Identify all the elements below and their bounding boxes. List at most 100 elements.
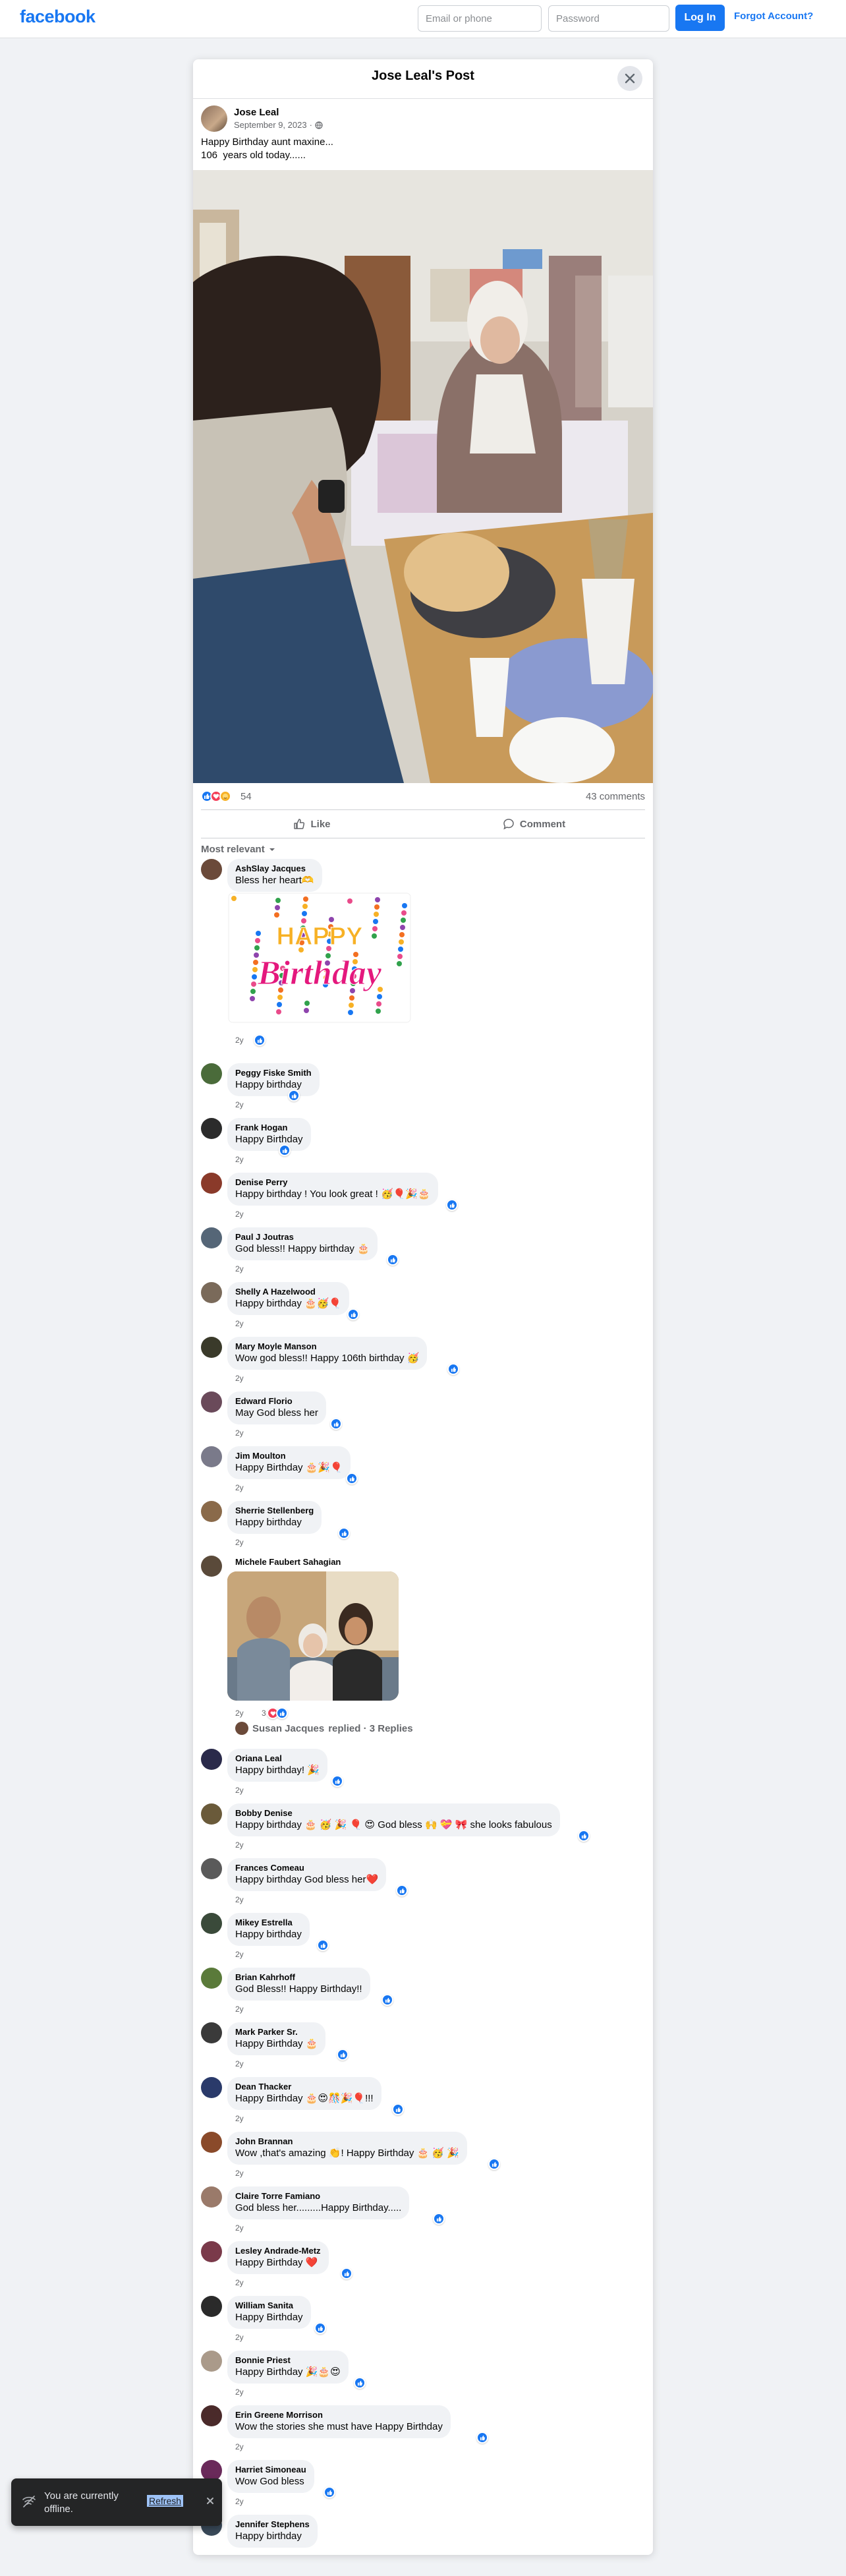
commenter-name[interactable]: Paul J Joutras [235, 1232, 370, 1243]
comment-time[interactable]: 2y [235, 1950, 244, 1959]
comment-time[interactable]: 2y [235, 2169, 244, 2178]
commenter-name[interactable]: William Sanita [235, 2300, 303, 2311]
comment-time[interactable]: 2y [235, 1319, 244, 1328]
comment-like-badge[interactable] [254, 1034, 266, 1046]
commenter-avatar[interactable] [201, 2405, 222, 2426]
commenter-avatar[interactable] [201, 2186, 222, 2208]
comment-like-badge[interactable] [341, 2268, 352, 2279]
comment-time[interactable]: 2y [235, 2114, 244, 2123]
comment-time[interactable]: 2y [235, 1155, 244, 1164]
comment-like-badge[interactable] [476, 2432, 488, 2444]
facebook-logo[interactable]: facebook [20, 7, 96, 27]
comment-time[interactable]: 2y [235, 2442, 244, 2451]
toast-close-button[interactable] [204, 2494, 217, 2507]
comment-time[interactable]: 2y [235, 1538, 244, 1547]
commenter-name[interactable]: Jennifer Stephens [235, 2519, 310, 2530]
comment-like-badge[interactable] [276, 1707, 288, 1719]
commenter-avatar[interactable] [201, 1749, 222, 1770]
comment-like-badge[interactable] [288, 1090, 300, 1101]
commenter-avatar[interactable] [201, 1803, 222, 1825]
commenter-name[interactable]: Oriana Leal [235, 1753, 320, 1764]
comment-like-badge[interactable] [330, 1418, 342, 1430]
comment-time[interactable]: 2y [235, 1210, 244, 1219]
comment-like-badge[interactable] [324, 2486, 335, 2498]
commenter-name[interactable]: Peggy Fiske Smith [235, 1068, 312, 1078]
comment-like-badge[interactable] [578, 1830, 590, 1842]
commenter-name[interactable]: Harriet Simoneau [235, 2465, 306, 2475]
commenter-name[interactable]: John Brannan [235, 2136, 459, 2147]
commenter-name[interactable]: Mikey Estrella [235, 1917, 302, 1928]
commenter-avatar[interactable] [201, 1063, 222, 1084]
comment-time[interactable]: 2y [235, 1895, 244, 1904]
refresh-link[interactable]: Refresh [147, 2495, 184, 2507]
commenter-name[interactable]: Bobby Denise [235, 1808, 552, 1819]
commenter-name[interactable]: Mark Parker Sr. [235, 2027, 318, 2037]
commenter-avatar[interactable] [201, 2077, 222, 2098]
commenter-avatar[interactable] [201, 1501, 222, 1522]
login-button[interactable]: Log In [675, 5, 725, 31]
commenter-avatar[interactable] [201, 2022, 222, 2043]
commenter-name[interactable]: Michele Faubert Sahagian [235, 1557, 341, 1567]
commenter-avatar[interactable] [201, 1913, 222, 1934]
commenter-name[interactable]: Sherrie Stellenberg [235, 1506, 314, 1516]
forgot-account-link[interactable]: Forgot Account? [734, 11, 813, 22]
password-input[interactable] [548, 5, 669, 32]
comment-like-badge[interactable] [381, 1994, 393, 2006]
commenter-name[interactable]: Claire Torre Famiano [235, 2191, 401, 2202]
comment-like-badge[interactable] [433, 2213, 445, 2225]
comment-like-badge[interactable] [314, 2322, 326, 2334]
commenter-avatar[interactable] [201, 2351, 222, 2372]
comment-like-badge[interactable] [279, 1144, 291, 1156]
commenter-name[interactable]: Mary Moyle Manson [235, 1341, 419, 1352]
commenter-avatar[interactable] [201, 1556, 222, 1577]
comment-time[interactable]: 2y [235, 1483, 244, 1492]
comment-time[interactable]: 2y [235, 2497, 244, 2506]
comment-photo[interactable] [227, 1571, 399, 1701]
commenter-avatar[interactable] [201, 1282, 222, 1303]
commenter-name[interactable]: Lesley Andrade-Metz [235, 2246, 321, 2256]
commenter-name[interactable]: Shelly A Hazelwood [235, 1287, 341, 1297]
comment-time[interactable]: 2y [235, 1709, 244, 1718]
comment-like-badge[interactable] [331, 1775, 343, 1787]
comment-like-badge[interactable] [387, 1254, 399, 1266]
commenter-avatar[interactable] [201, 2241, 222, 2262]
comment-time[interactable]: 2y [235, 2059, 244, 2068]
comment-like-badge[interactable] [446, 1199, 458, 1211]
comment-time[interactable]: 2y [235, 1840, 244, 1850]
commenter-name[interactable]: Bonnie Priest [235, 2355, 341, 2366]
commenter-name[interactable]: Dean Thacker [235, 2082, 374, 2092]
commenter-avatar[interactable] [201, 1858, 222, 1879]
happy-birthday-sticker[interactable]: HAPPY Birthday [227, 892, 412, 1024]
comment-time[interactable]: 2y [235, 2387, 244, 2397]
commenter-name[interactable]: Brian Kahrhoff [235, 1972, 362, 1983]
commenter-avatar[interactable] [201, 1446, 222, 1467]
commenter-name[interactable]: Frances Comeau [235, 1863, 378, 1873]
comment-like-badge[interactable] [347, 1308, 359, 1320]
comment-reaction-count[interactable]: 3 [262, 1709, 266, 1718]
commenter-avatar[interactable] [201, 2296, 222, 2317]
comment-like-badge[interactable] [447, 1363, 459, 1375]
commenter-avatar[interactable] [201, 1337, 222, 1358]
commenter-avatar[interactable] [201, 859, 222, 880]
commenter-avatar[interactable] [201, 1968, 222, 1989]
commenter-name[interactable]: Edward Florio [235, 1396, 318, 1407]
commenter-name[interactable]: Denise Perry [235, 1177, 430, 1188]
comment-time[interactable]: 2y [235, 2333, 244, 2342]
commenter-name[interactable]: Erin Greene Morrison [235, 2410, 443, 2420]
comment-like-badge[interactable] [346, 1473, 358, 1484]
commenter-name[interactable]: AshSlay Jacques [235, 864, 314, 874]
comment-time[interactable]: 2y [235, 2278, 244, 2287]
commenter-name[interactable]: Jim Moulton [235, 1451, 343, 1461]
comment-like-badge[interactable] [317, 1939, 329, 1951]
commenter-avatar[interactable] [201, 1118, 222, 1139]
commenter-avatar[interactable] [201, 2132, 222, 2153]
comment-like-badge[interactable] [396, 1885, 408, 1896]
view-replies-link[interactable]: Susan Jacques replied · 3 Replies [235, 1722, 413, 1735]
comment-time[interactable]: 2y [235, 2223, 244, 2233]
commenter-avatar[interactable] [201, 1391, 222, 1413]
comment-like-badge[interactable] [337, 2049, 349, 2061]
comment-time[interactable]: 2y [235, 2005, 244, 2014]
comment-like-badge[interactable] [354, 2377, 366, 2389]
comment-time[interactable]: 2y [235, 1428, 244, 1438]
comment-time[interactable]: 2y [235, 1036, 244, 1045]
